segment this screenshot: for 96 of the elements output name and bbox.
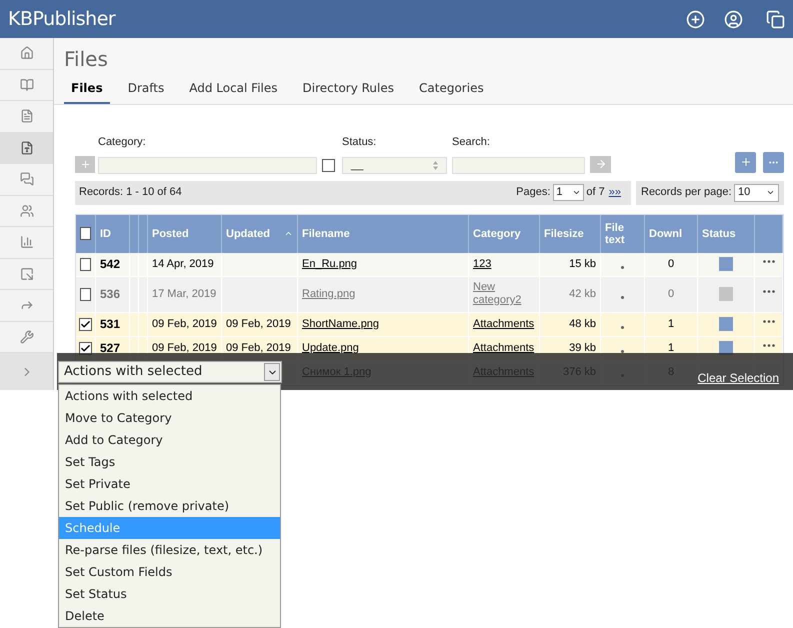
table-row[interactable]: 536 17 Mar, 2019 Rating.png New category2 42 kb 0 [76, 276, 783, 312]
file-icon [20, 140, 34, 155]
more-icon[interactable] [762, 320, 774, 322]
menu-item[interactable]: Set Status [59, 583, 280, 605]
menu-item[interactable]: Move to Category [59, 407, 280, 429]
checkbox[interactable] [79, 342, 92, 354]
tab[interactable]: Files [64, 79, 110, 104]
filename-link[interactable]: Update.png [302, 340, 359, 356]
checkbox[interactable] [80, 258, 91, 270]
add-category-button[interactable] [75, 156, 95, 172]
users-icon [20, 204, 34, 218]
category-label: Category: [98, 135, 147, 150]
records-count: Records: 1 - 10 of 64 [79, 185, 183, 200]
user-icon[interactable] [724, 10, 743, 28]
search-button[interactable] [590, 156, 611, 172]
filename-link[interactable]: ShortName.png [302, 316, 380, 332]
menu-item[interactable]: Set Custom Fields [59, 561, 280, 583]
tab[interactable]: Add Local Files [182, 79, 285, 104]
table-cell-text: 09 Feb, 2019 [226, 340, 291, 356]
more-button[interactable] [763, 152, 784, 172]
tab[interactable]: Drafts [120, 79, 172, 104]
add-icon[interactable] [686, 10, 705, 28]
sort-icon [284, 229, 293, 238]
table-row[interactable]: 531 09 Feb, 2019 09 Feb, 2019 ShortName.png Attachments 48 kb 1 [76, 312, 783, 336]
next-pages-link[interactable]: »» [608, 184, 621, 201]
menu-item[interactable]: Add to Category [59, 429, 280, 451]
status-select[interactable]: __ [342, 156, 447, 174]
home-icon [20, 46, 34, 60]
arrow-right-icon [594, 158, 606, 170]
table-cell-text: 531 [100, 316, 120, 333]
caret-icon [766, 188, 775, 197]
more-icon[interactable] [762, 260, 774, 262]
table-cell-text: 09 Feb, 2019 [152, 316, 217, 332]
box-arrow-icon [20, 266, 34, 281]
checkbox[interactable] [322, 158, 335, 172]
clear-selection-link[interactable]: Clear Selection [698, 369, 779, 387]
status-label: Status: [342, 135, 378, 150]
more-icon[interactable] [762, 344, 774, 346]
table-cell-text: 536 [100, 286, 120, 303]
tab[interactable]: Categories [412, 79, 491, 104]
more-icon [769, 160, 778, 164]
menu-item[interactable]: Actions with selected [59, 385, 280, 407]
table-cell-text: 1 [668, 316, 674, 332]
table-cell-text: 15 kb [569, 256, 596, 272]
menu-item[interactable]: Set Tags [59, 451, 280, 473]
table-cell-text: 14 Apr, 2019 [152, 256, 214, 272]
page-title: Files [64, 47, 109, 71]
per-page-select[interactable]: 10 [734, 184, 779, 202]
menu-item[interactable]: Re-parse files (filesize, text, etc.) [59, 539, 280, 561]
chat-icon [20, 172, 34, 186]
table-cell-text: 42 kb [569, 286, 596, 302]
menu-item[interactable]: Set Private [59, 473, 280, 495]
document-icon [20, 109, 34, 124]
page-select[interactable]: 1 [553, 184, 584, 201]
category-link[interactable]: New category2 [473, 281, 535, 307]
table-cell-text: 0 [668, 286, 674, 302]
more-icon[interactable] [762, 290, 774, 292]
table-cell-text: 542 [100, 256, 120, 273]
wrench-icon [20, 330, 34, 344]
per-page-label: Records per page: [641, 185, 732, 200]
menu-item[interactable]: Delete [59, 605, 280, 627]
category-link[interactable]: Attachments [473, 342, 534, 354]
caret-icon [572, 188, 582, 197]
table-cell-text: 0 [668, 256, 674, 272]
category-field[interactable] [98, 156, 317, 174]
table-cell-text: 17 Mar, 2019 [152, 286, 216, 302]
tab[interactable]: Directory Rules [296, 79, 402, 104]
app-title: KBPublisher [8, 6, 117, 32]
pages-label: Pages: [516, 185, 550, 200]
search-label: Search: [452, 135, 491, 150]
plus-icon [80, 158, 90, 170]
menu-item[interactable]: Set Public (remove private) [59, 495, 280, 517]
plus-icon [740, 156, 752, 168]
filename-link[interactable]: Rating.png [302, 286, 356, 302]
table-cell-text: 09 Feb, 2019 [152, 340, 217, 356]
sidebar-item[interactable] [0, 132, 53, 164]
table-cell-text: 39 kb [569, 340, 596, 356]
page-count: of 7 [586, 185, 605, 200]
checkbox[interactable] [80, 288, 91, 300]
spinner-icon [433, 160, 438, 170]
search-field[interactable] [452, 156, 585, 174]
add-button[interactable] [735, 152, 756, 172]
windows-icon[interactable] [766, 10, 785, 28]
category-link[interactable]: Attachments [473, 318, 534, 330]
table-cell-text: 09 Feb, 2019 [226, 316, 291, 332]
table-row[interactable]: 542 14 Apr, 2019 En_Ru.png 123 15 kb 0 [76, 252, 783, 276]
actions-select[interactable]: Actions with selected [58, 361, 282, 383]
checkbox[interactable] [79, 318, 92, 330]
book-icon [20, 78, 34, 92]
table-cell-text: 527 [100, 340, 120, 357]
category-link[interactable]: 123 [473, 258, 492, 270]
checkbox[interactable] [80, 227, 91, 240]
table-cell-text: 1 [668, 340, 674, 356]
bar-chart-icon [20, 235, 34, 250]
table-cell-text: 48 kb [569, 316, 596, 332]
filename-link[interactable]: En_Ru.png [302, 256, 358, 272]
